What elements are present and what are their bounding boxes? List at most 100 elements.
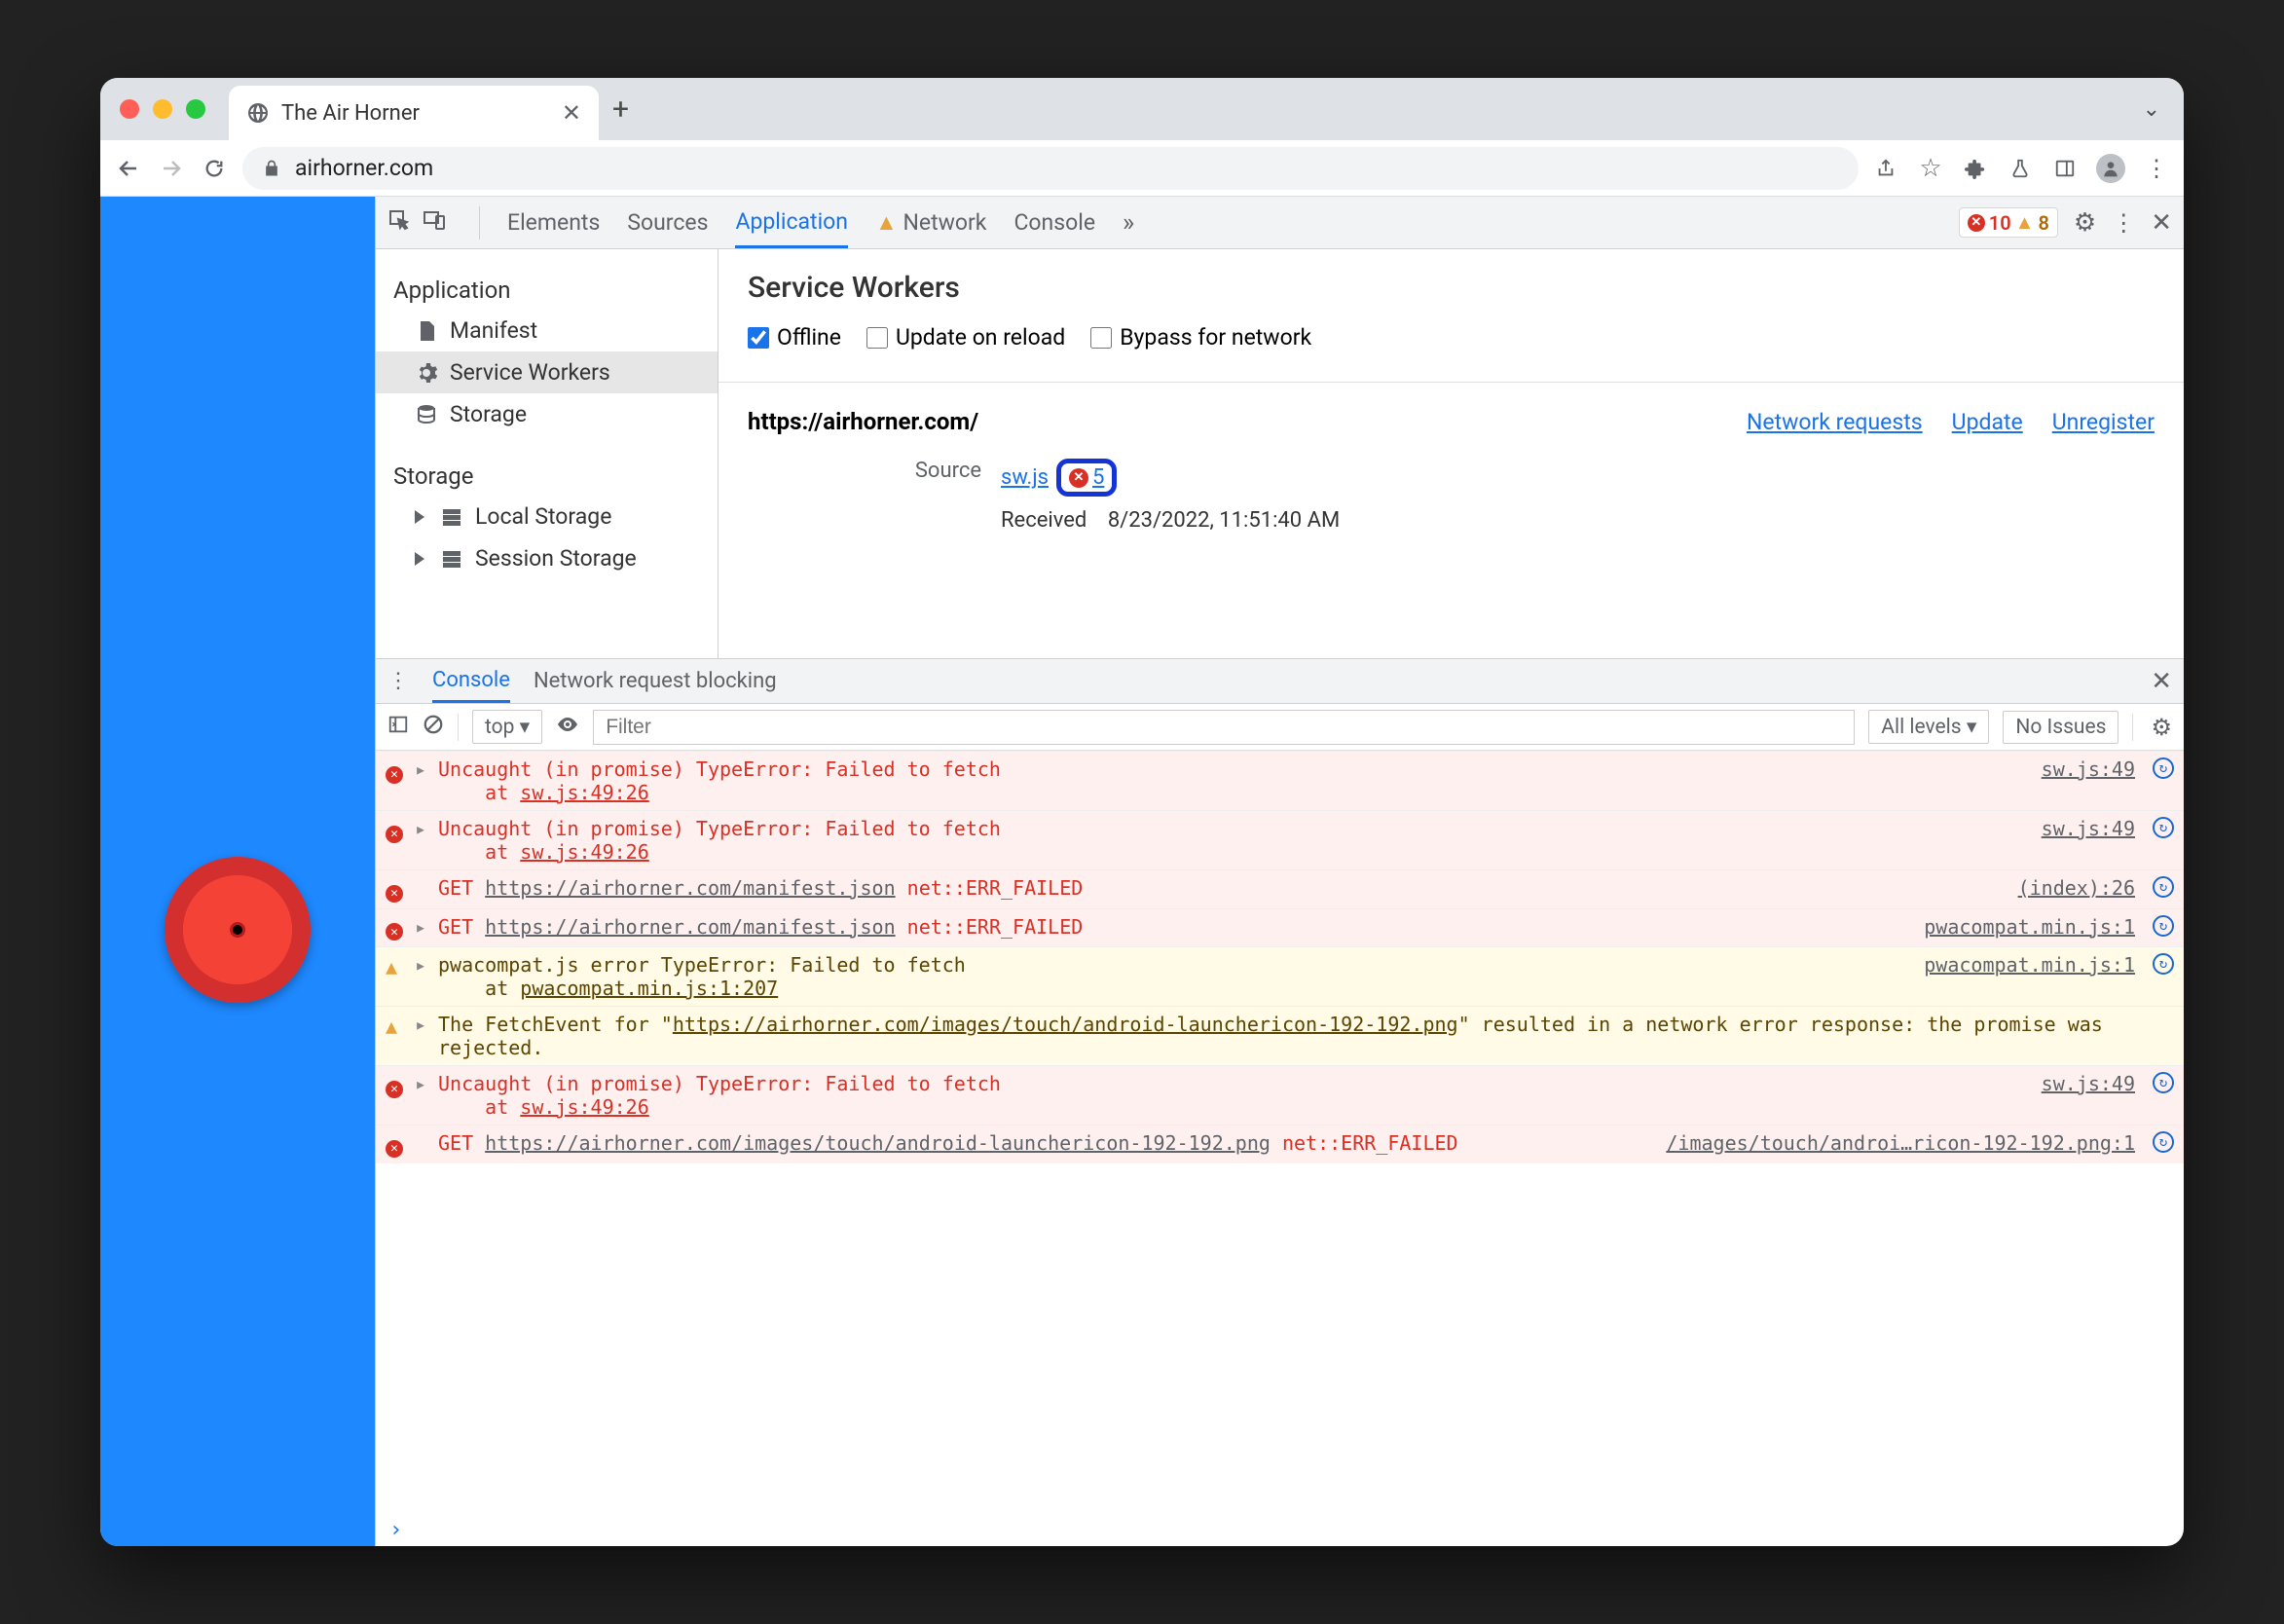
console-settings-icon[interactable]: ⚙ [2151, 714, 2172, 741]
tabs-chevron-icon[interactable]: ⌄ [2143, 97, 2160, 122]
log-source-link[interactable]: (index):26 [2018, 876, 2135, 900]
navigate-icon[interactable]: ↻ [2153, 915, 2174, 937]
unregister-link[interactable]: Unregister [2052, 409, 2155, 435]
new-tab-button[interactable]: + [612, 92, 629, 127]
sidebar-item-session-storage[interactable]: Session Storage [376, 537, 718, 579]
settings-icon[interactable]: ⚙ [2074, 208, 2096, 238]
navigate-icon[interactable]: ↻ [2153, 876, 2174, 898]
log-row[interactable]: ✕▸Uncaught (in promise) TypeError: Faile… [376, 751, 2184, 810]
sidebar-group-storage: Storage [376, 457, 718, 496]
document-icon [415, 319, 438, 343]
drawer-menu-icon[interactable]: ⋮ [387, 669, 409, 693]
navigate-icon[interactable]: ↻ [2153, 1072, 2174, 1093]
log-source-link[interactable]: sw.js:49 [2042, 1072, 2135, 1095]
navigate-icon[interactable]: ↻ [2153, 1131, 2174, 1153]
log-source-link[interactable]: sw.js:49 [2042, 757, 2135, 781]
close-drawer-icon[interactable]: ✕ [2151, 667, 2172, 696]
error-icon: ✕ [386, 759, 405, 784]
browser-window: The Air Horner ✕ + ⌄ airhorner.com ☆ ⋮ [100, 78, 2184, 1546]
log-source-link[interactable]: pwacompat.min.js:1 [1924, 915, 2135, 939]
close-window-button[interactable] [120, 99, 139, 119]
filter-input[interactable] [593, 710, 1855, 745]
back-button[interactable] [114, 154, 143, 183]
error-warning-badges[interactable]: ✕10 ▲8 [1959, 207, 2058, 238]
content-area: Elements Sources Application ▲ Network C… [100, 197, 2184, 1546]
issues-button[interactable]: No Issues [2003, 711, 2118, 744]
reload-button[interactable] [200, 154, 229, 183]
warning-icon: ▲ [875, 209, 898, 236]
bypass-checkbox[interactable]: Bypass for network [1090, 324, 1311, 351]
log-message: Uncaught (in promise) TypeError: Failed … [438, 817, 2022, 864]
navigate-icon[interactable]: ↻ [2153, 953, 2174, 975]
close-devtools-icon[interactable]: ✕ [2151, 208, 2172, 238]
kebab-icon[interactable]: ⋮ [2112, 209, 2135, 237]
log-row[interactable]: ✕GET https://airhorner.com/manifest.json… [376, 869, 2184, 908]
update-link[interactable]: Update [1952, 409, 2023, 435]
sw-error-highlight[interactable]: ✕ 5 [1056, 459, 1117, 497]
log-source-link[interactable]: sw.js:49 [2042, 817, 2135, 840]
sidebar-item-storage[interactable]: Storage [376, 393, 718, 435]
log-row[interactable]: ▲▸pwacompat.js error TypeError: Failed t… [376, 946, 2184, 1006]
log-source-link[interactable]: pwacompat.min.js:1 [1924, 953, 2135, 977]
profile-avatar[interactable] [2096, 154, 2125, 183]
tab-network[interactable]: ▲ Network [875, 209, 986, 236]
expand-icon [415, 552, 424, 566]
tab-console[interactable]: Console [1013, 209, 1095, 236]
inspect-icon[interactable] [387, 208, 411, 238]
device-icon[interactable] [423, 208, 446, 238]
tab-elements[interactable]: Elements [507, 209, 600, 236]
service-workers-panel: Service Workers Offline Update on reload… [718, 249, 2184, 658]
globe-icon [246, 101, 270, 125]
context-selector[interactable]: top ▾ [472, 710, 542, 744]
airhorn-button[interactable] [165, 857, 311, 1003]
clear-console-icon[interactable] [423, 714, 444, 741]
sidebar-item-service-workers[interactable]: Service Workers [376, 351, 718, 393]
sw-source-link[interactable]: sw.js [1001, 465, 1049, 490]
extensions-icon[interactable] [1962, 155, 1989, 182]
bookmark-icon[interactable]: ☆ [1917, 155, 1944, 182]
error-icon: ✕ [386, 1133, 405, 1158]
error-icon: ✕ [386, 1074, 405, 1098]
minimize-window-button[interactable] [153, 99, 172, 119]
console-sidebar-icon[interactable] [387, 714, 409, 741]
forward-button[interactable] [157, 154, 186, 183]
log-source-link[interactable]: /images/touch/androi…ricon-192-192.png:1 [1666, 1131, 2135, 1155]
log-row[interactable]: ▲▸The FetchEvent for "https://airhorner.… [376, 1006, 2184, 1065]
log-row[interactable]: ✕GET https://airhorner.com/images/touch/… [376, 1125, 2184, 1163]
menu-icon[interactable]: ⋮ [2143, 155, 2170, 182]
share-icon[interactable] [1872, 155, 1899, 182]
drawer-tab-console[interactable]: Console [432, 659, 510, 703]
tab-sources[interactable]: Sources [627, 209, 708, 236]
log-row[interactable]: ✕▸GET https://airhorner.com/manifest.jso… [376, 908, 2184, 947]
error-icon: ✕ [386, 819, 405, 843]
log-row[interactable]: ✕▸Uncaught (in promise) TypeError: Faile… [376, 1065, 2184, 1125]
log-row[interactable]: ✕▸Uncaught (in promise) TypeError: Faile… [376, 810, 2184, 869]
drawer-tab-netblock[interactable]: Network request blocking [534, 669, 777, 693]
browser-tab[interactable]: The Air Horner ✕ [229, 86, 599, 140]
source-label: Source [806, 459, 1001, 497]
network-requests-link[interactable]: Network requests [1747, 409, 1923, 435]
console-prompt[interactable]: › [376, 1514, 2184, 1546]
close-tab-icon[interactable]: ✕ [562, 99, 581, 127]
sw-error-count-link[interactable]: 5 [1092, 465, 1104, 490]
offline-checkbox[interactable]: Offline [748, 324, 841, 351]
navigate-icon[interactable]: ↻ [2153, 817, 2174, 838]
log-message: Uncaught (in promise) TypeError: Failed … [438, 757, 2022, 804]
console-logs: ✕ ▸ Uncaught (in promise) TypeError: Faile… [376, 751, 2184, 1514]
more-tabs-icon[interactable]: » [1123, 208, 1134, 238]
levels-selector[interactable]: All levels ▾ [1868, 710, 1989, 744]
log-message: Uncaught (in promise) TypeError: Failed … [438, 1072, 2022, 1119]
warning-badge-icon: ▲ [2015, 210, 2035, 235]
address-bar[interactable]: airhorner.com [242, 147, 1859, 190]
navigate-icon[interactable]: ↻ [2153, 757, 2174, 779]
sidebar-item-manifest[interactable]: Manifest [376, 310, 718, 351]
tab-application[interactable]: Application [735, 197, 848, 248]
panel-icon[interactable] [2051, 155, 2079, 182]
zoom-window-button[interactable] [186, 99, 205, 119]
live-expression-icon[interactable] [556, 713, 579, 742]
sidebar-item-local-storage[interactable]: Local Storage [376, 496, 718, 537]
devtools: Elements Sources Application ▲ Network C… [375, 197, 2184, 1546]
update-on-reload-checkbox[interactable]: Update on reload [866, 324, 1065, 351]
expand-arrow-icon: ▸ [415, 915, 428, 939]
labs-icon[interactable] [2007, 155, 2034, 182]
